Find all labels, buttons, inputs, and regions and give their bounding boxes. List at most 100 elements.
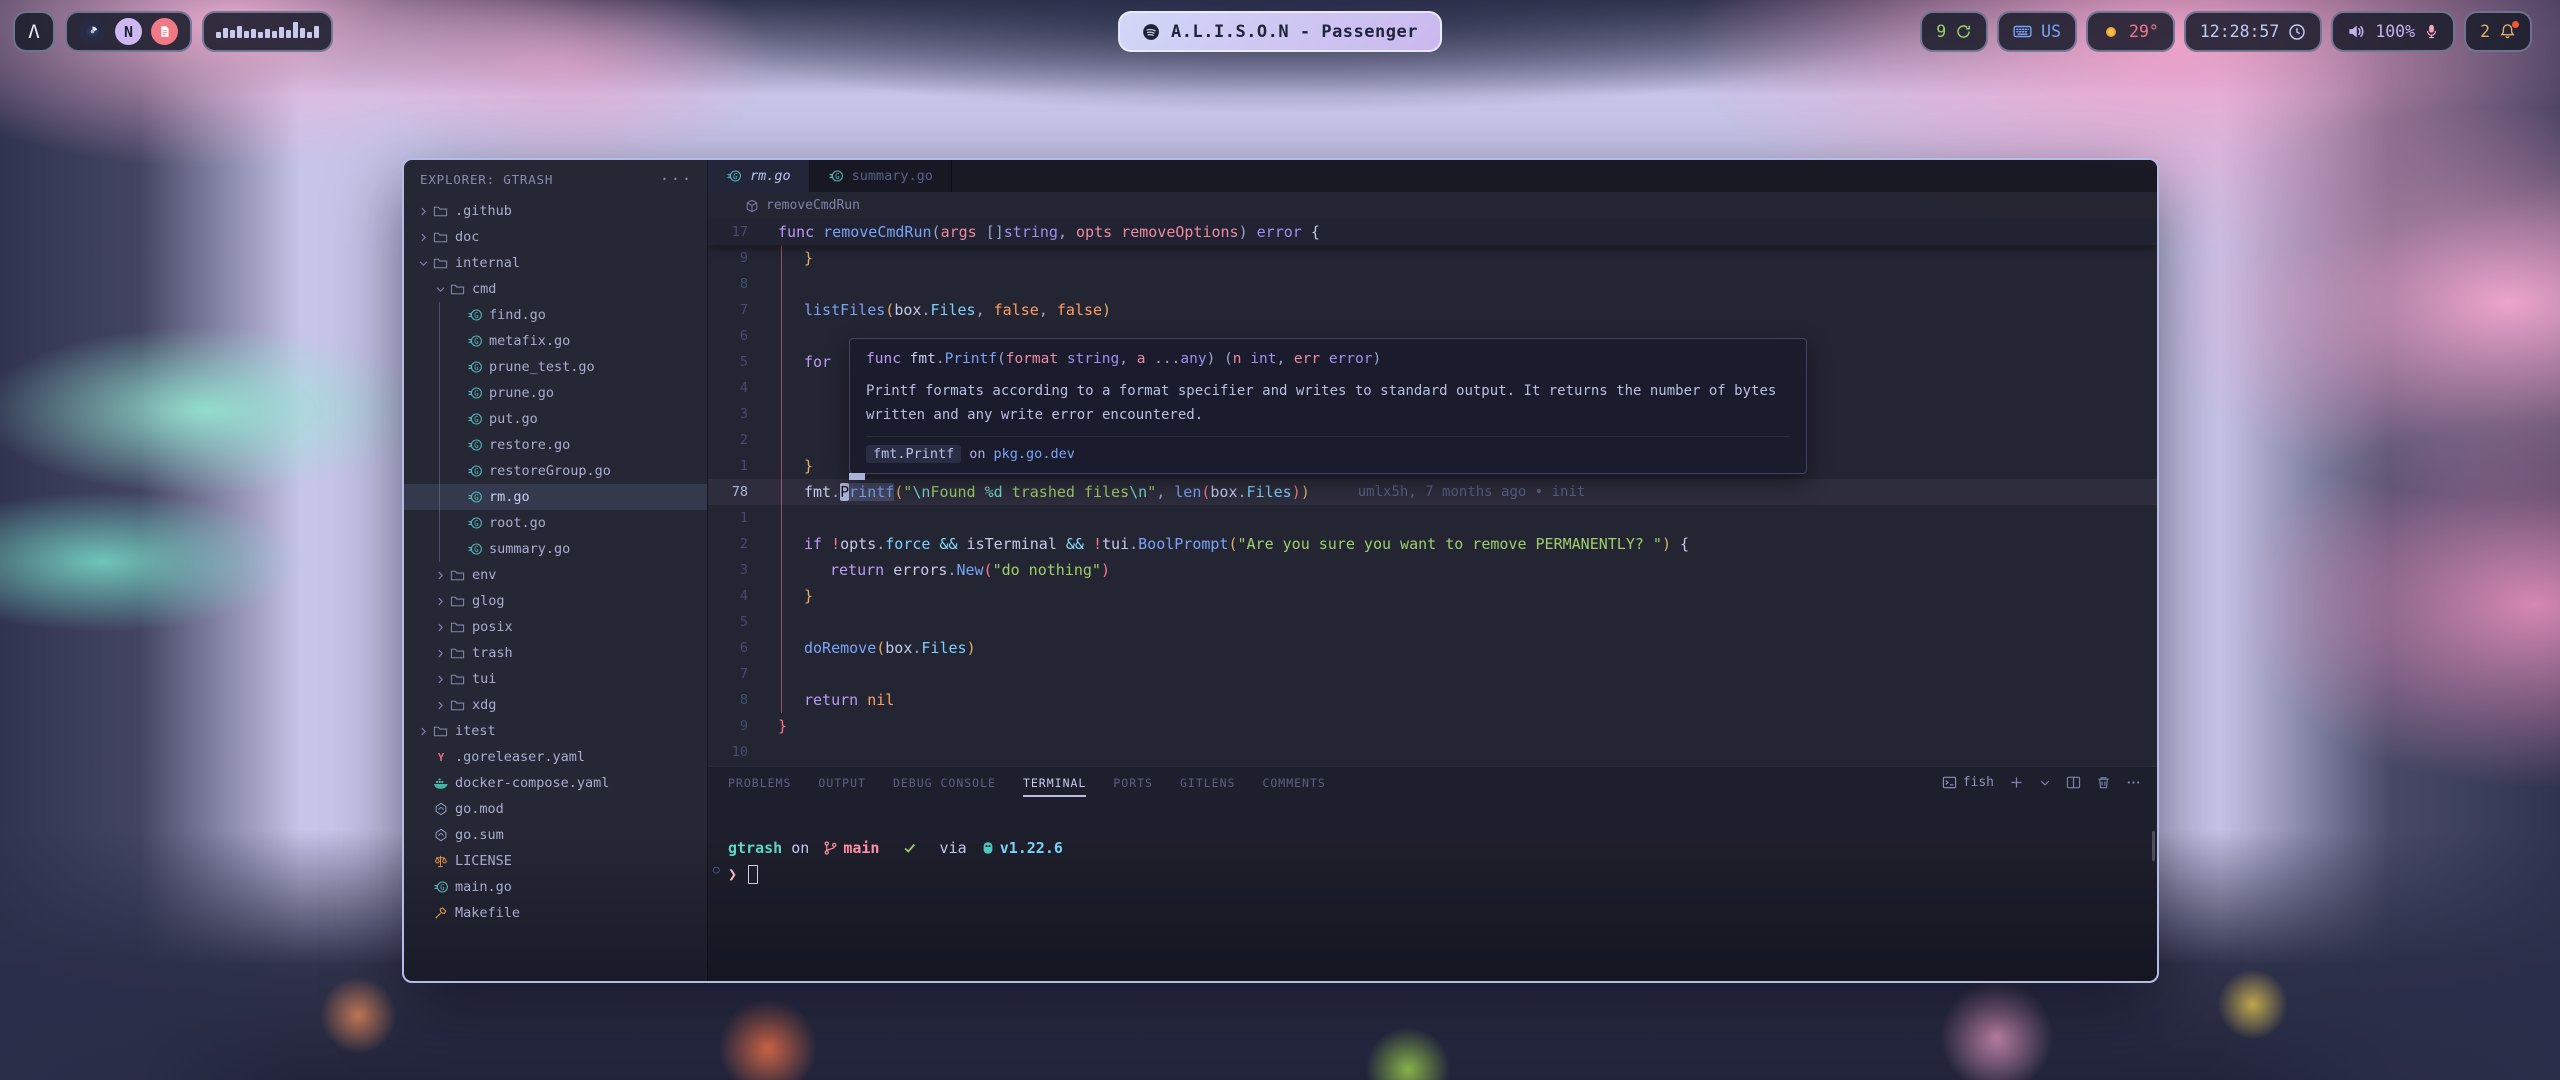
tree-item-rm.go[interactable]: Grm.go [404, 484, 707, 510]
tree-item-go.sum[interactable]: go.sum [404, 822, 707, 848]
code-line[interactable]: 5 [708, 609, 2157, 635]
tree-item-label: doc [455, 229, 479, 245]
workspace-browser-icon[interactable] [79, 18, 106, 45]
now-playing-module[interactable]: A.L.I.S.O.N - Passenger [1118, 11, 1442, 52]
chevron-right-icon[interactable] [433, 596, 448, 607]
audio-module[interactable]: 100% [2331, 11, 2455, 52]
tree-item-itest[interactable]: itest [404, 718, 707, 744]
code-token: if [804, 535, 831, 553]
tree-item-Makefile[interactable]: Makefile [404, 900, 707, 926]
tree-item-env[interactable]: env [404, 562, 707, 588]
code-editor[interactable]: 9}87listFiles(box.Files, false, false)65… [708, 219, 2157, 766]
notifications-module[interactable]: 2 [2464, 11, 2532, 52]
code-line[interactable]: 7listFiles(box.Files, false, false) [708, 297, 2157, 323]
tree-item-restore.go[interactable]: Grestore.go [404, 432, 707, 458]
keyboard-layout-module[interactable]: US [1997, 11, 2077, 52]
code-token: ( [997, 351, 1006, 367]
tree-item-find.go[interactable]: Gfind.go [404, 302, 707, 328]
panel-tab-ports[interactable]: PORTS [1113, 776, 1153, 797]
tree-item-main.go[interactable]: Gmain.go [404, 874, 707, 900]
panel-tab-debug-console[interactable]: DEBUG CONSOLE [893, 776, 996, 797]
chevron-right-icon[interactable] [433, 700, 448, 711]
tree-item-cmd[interactable]: cmd [404, 276, 707, 302]
shell-indicator[interactable]: fish [1942, 775, 1994, 790]
tree-item-prune_test.go[interactable]: Gprune_test.go [404, 354, 707, 380]
tree-item-LICENSE[interactable]: LICENSE [404, 848, 707, 874]
code-token: && [939, 535, 957, 553]
launcher-button[interactable]: Λ [13, 11, 55, 52]
chevron-right-icon[interactable] [433, 648, 448, 659]
chevron-right-icon[interactable] [416, 726, 431, 737]
chevron-down-icon[interactable] [433, 284, 448, 295]
chevron-right-icon[interactable] [416, 206, 431, 217]
panel-tab-gitlens[interactable]: GITLENS [1180, 776, 1235, 797]
tree-item-restoreGroup.go[interactable]: GrestoreGroup.go [404, 458, 707, 484]
split-terminal-icon[interactable] [2066, 775, 2081, 790]
code-line-current[interactable]: 78fmt.Printf("\nFound %d trashed files\n… [708, 479, 2157, 505]
code-line[interactable]: 6doRemove(box.Files) [708, 635, 2157, 661]
tooltip-link[interactable]: pkg.go.dev [994, 446, 1075, 462]
tree-item-xdg[interactable]: xdg [404, 692, 707, 718]
tab-label: rm.go [750, 168, 791, 184]
chevron-down-icon[interactable] [2039, 777, 2051, 789]
panel-tab-output[interactable]: OUTPUT [818, 776, 866, 797]
terminal-content[interactable]: ○ gtrash on main via v1.22.6 ❯ [708, 797, 2157, 887]
new-terminal-icon[interactable] [2009, 775, 2024, 790]
notification-count: 2 [2480, 22, 2490, 41]
chevron-down-icon[interactable] [416, 258, 431, 269]
go-file-icon: G [465, 385, 484, 401]
tree-item-summary.go[interactable]: Gsummary.go [404, 536, 707, 562]
tree-item-metafix.go[interactable]: Gmetafix.go [404, 328, 707, 354]
updates-module[interactable]: 9 [1920, 11, 1988, 52]
breadcrumb[interactable]: removeCmdRun [708, 192, 2157, 219]
tab-summary-go[interactable]: G summary.go [810, 160, 952, 192]
weather-module[interactable]: 29° [2086, 11, 2175, 52]
workspaces-module: N [65, 11, 192, 52]
chevron-right-icon[interactable] [433, 674, 448, 685]
sticky-scroll-line[interactable]: 17func removeCmdRun(args []string, opts … [708, 219, 2157, 245]
code-line[interactable]: 2if !opts.force && isTerminal && !tui.Bo… [708, 531, 2157, 557]
tree-item-prune.go[interactable]: Gprune.go [404, 380, 707, 406]
chevron-right-icon[interactable] [433, 622, 448, 633]
panel-tab-comments[interactable]: COMMENTS [1262, 776, 1325, 797]
license-file-icon [431, 854, 450, 869]
svg-text:G: G [474, 467, 479, 476]
kill-terminal-icon[interactable] [2096, 775, 2111, 790]
panel-tab-terminal[interactable]: TERMINAL [1023, 776, 1086, 797]
tree-item-put.go[interactable]: Gput.go [404, 406, 707, 432]
code-line[interactable]: 10 [708, 739, 2157, 765]
tree-item-internal[interactable]: internal [404, 250, 707, 276]
clock-module[interactable]: 12:28:57 [2184, 11, 2322, 52]
tree-item-posix[interactable]: posix [404, 614, 707, 640]
code-line[interactable]: 8return nil [708, 687, 2157, 713]
chevron-right-icon[interactable] [433, 570, 448, 581]
explorer-more-icon[interactable]: ··· [660, 170, 693, 188]
panel-tab-problems[interactable]: PROBLEMS [728, 776, 791, 797]
bottom-panel: PROBLEMS OUTPUT DEBUG CONSOLE TERMINAL PORTS… [708, 766, 2157, 981]
tree-item-.goreleaser.yaml[interactable]: Y.goreleaser.yaml [404, 744, 707, 770]
code-line[interactable]: 1 [708, 505, 2157, 531]
terminal-input-line[interactable]: ❯ [728, 861, 2137, 887]
tree-item-.github[interactable]: .github [404, 198, 707, 224]
panel-more-icon[interactable] [2126, 775, 2141, 790]
code-line[interactable]: 8 [708, 271, 2157, 297]
chevron-right-icon[interactable] [416, 232, 431, 243]
workspace-notes-icon[interactable] [151, 18, 178, 45]
tree-item-glog[interactable]: glog [404, 588, 707, 614]
visualizer-bar [244, 31, 249, 38]
code-line[interactable]: 7 [708, 661, 2157, 687]
code-line[interactable]: 4} [708, 583, 2157, 609]
tree-item-doc[interactable]: doc [404, 224, 707, 250]
workspace-notion-icon[interactable]: N [115, 18, 142, 45]
tree-item-tui[interactable]: tui [404, 666, 707, 692]
tree-item-go.mod[interactable]: go.mod [404, 796, 707, 822]
terminal-scrollbar[interactable] [2152, 831, 2155, 861]
code-line[interactable]: 3return errors.New("do nothing") [708, 557, 2157, 583]
tree-item-docker-compose.yaml[interactable]: docker-compose.yaml [404, 770, 707, 796]
tree-item-root.go[interactable]: Groot.go [404, 510, 707, 536]
code-line[interactable]: 9} [708, 245, 2157, 271]
code-line[interactable]: 9} [708, 713, 2157, 739]
tree-item-label: go.sum [455, 827, 504, 843]
tab-rm-go[interactable]: G rm.go [708, 160, 810, 192]
tree-item-trash[interactable]: trash [404, 640, 707, 666]
